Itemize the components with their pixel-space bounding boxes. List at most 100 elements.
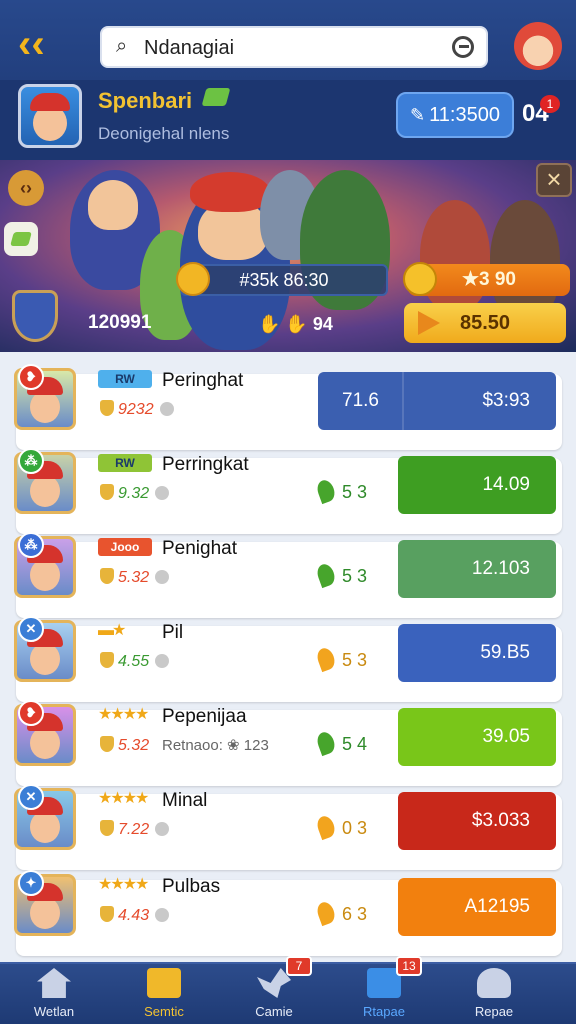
score-value: 0 3: [342, 818, 368, 838]
profile-avatar[interactable]: [18, 84, 82, 148]
rank-badge: ✕: [18, 616, 44, 642]
rank-badge: ✦: [18, 870, 44, 896]
pin-icon: [314, 645, 338, 673]
avatar-face: [30, 727, 60, 759]
coin-icon: ✎: [410, 105, 426, 125]
banner-ticket-icon[interactable]: [4, 222, 38, 256]
nav-label: Camie: [255, 1004, 293, 1019]
close-banner-button[interactable]: ×: [536, 163, 572, 197]
search-input[interactable]: ⌕ Ndanagiai: [100, 26, 488, 68]
info-icon: [155, 822, 170, 836]
shield-icon: [100, 568, 114, 584]
nav-item-repae[interactable]: Repae: [446, 962, 542, 1024]
player-score: 6 3: [314, 899, 368, 927]
player-score: 5 3: [314, 561, 368, 589]
price-button[interactable]: 14.09: [398, 456, 556, 514]
player-extra: Retnaoo: ❀ 123: [162, 737, 269, 754]
price-button[interactable]: 59.B5: [398, 624, 556, 682]
verified-icon: [201, 88, 231, 106]
rating-stars: ▬★: [98, 622, 126, 639]
shield-icon: [12, 290, 58, 342]
rating-stars: ★★★★: [98, 876, 149, 893]
stat-value: 4.43: [118, 907, 150, 924]
clear-icon[interactable]: [452, 36, 474, 58]
people-icon: [477, 968, 511, 998]
info-icon: [155, 570, 170, 584]
player-name: Penighat: [162, 538, 238, 559]
pin-icon: [314, 477, 338, 505]
price-value: $3:93: [482, 390, 530, 411]
avatar-cap: [30, 93, 70, 111]
profile-subtitle: Deonigehal nlens: [98, 124, 230, 143]
player-name: Minal: [162, 790, 208, 811]
shield-icon: [100, 484, 114, 500]
nav-item-wetlan[interactable]: Wetlan: [6, 962, 102, 1024]
coin-balance-button[interactable]: ✎ 11:3500: [396, 92, 514, 138]
nav-label: Rtapae: [363, 1004, 405, 1019]
rank-badge: ⁂: [18, 532, 44, 558]
player-tag: Jooo: [98, 538, 152, 556]
pin-icon: [314, 561, 338, 589]
price-value: A12195: [464, 896, 530, 917]
player-stat: 5.32: [100, 736, 149, 755]
nav-badge: 13: [396, 956, 422, 976]
rating-stars: ★★★★: [98, 706, 149, 723]
back-arrow-icon[interactable]: ‹‹: [18, 24, 62, 68]
player-name: Peringhat: [162, 370, 244, 391]
player-score: 5 4: [314, 729, 368, 757]
score-value: 5 4: [342, 734, 368, 754]
avatar-face: [30, 391, 60, 423]
nav-badge: 7: [286, 956, 312, 976]
player-score: 0 3: [314, 813, 368, 841]
price-button[interactable]: $3.033: [398, 792, 556, 850]
player-name: Perringkat: [162, 454, 249, 475]
info-icon: [155, 654, 170, 668]
nav-label: Repae: [474, 1004, 514, 1019]
price-button[interactable]: 71.6 $3:93: [318, 372, 556, 430]
star-coin-icon: [403, 262, 437, 296]
rank-badge: ❥: [18, 364, 44, 390]
avatar-face: [30, 897, 60, 929]
avatar-face: [30, 559, 60, 591]
price-button[interactable]: A12195: [398, 878, 556, 936]
pin-icon: [314, 899, 338, 927]
nav-item-semtic[interactable]: Semtic: [116, 962, 212, 1024]
player-stat: 5.32: [100, 568, 170, 587]
player-name: Pepenijaa: [162, 706, 247, 727]
coin-icon: [176, 262, 210, 296]
rank-badge: ⁂: [18, 448, 44, 474]
banner-mid-number: ✋ ✋ 94: [258, 314, 333, 334]
player-stat: 9232: [100, 400, 174, 419]
stat-value: 4.55: [118, 653, 150, 670]
player-score: 5 3: [314, 645, 368, 673]
score-value: 5 3: [342, 566, 368, 586]
score-value: 5 3: [342, 650, 368, 670]
search-icon: ⌕: [116, 35, 128, 57]
price-button[interactable]: 39.05: [398, 708, 556, 766]
hero-face-1: [88, 180, 138, 230]
player-name: Pil: [162, 622, 184, 643]
hero-cap-3: [190, 172, 270, 212]
hero-figure-7: [490, 200, 560, 320]
shield-icon: [100, 906, 114, 922]
stat-value: 7.22: [118, 821, 150, 838]
price-value: 12.103: [471, 558, 530, 579]
avatar-face: [30, 475, 60, 507]
shield-icon: [100, 652, 114, 668]
user-avatar[interactable]: [514, 22, 562, 70]
price-value: 14.09: [482, 474, 530, 495]
score-value: 6 3: [342, 904, 368, 924]
banner-left-icon[interactable]: ‹›: [8, 170, 44, 206]
shield-icon: [100, 736, 114, 752]
info-icon: [159, 402, 174, 416]
pin-icon: [314, 729, 338, 757]
player-stat: 4.55: [100, 652, 170, 671]
stat-value: 9232: [118, 401, 154, 418]
pin-icon: [314, 813, 338, 841]
info-icon: [155, 908, 170, 922]
nav-label: Semtic: [144, 1004, 184, 1019]
home-icon: [37, 968, 71, 998]
stat-value: 5.32: [118, 737, 150, 754]
banner-left-number: 120991: [88, 312, 152, 333]
price-button[interactable]: 12.103: [398, 540, 556, 598]
